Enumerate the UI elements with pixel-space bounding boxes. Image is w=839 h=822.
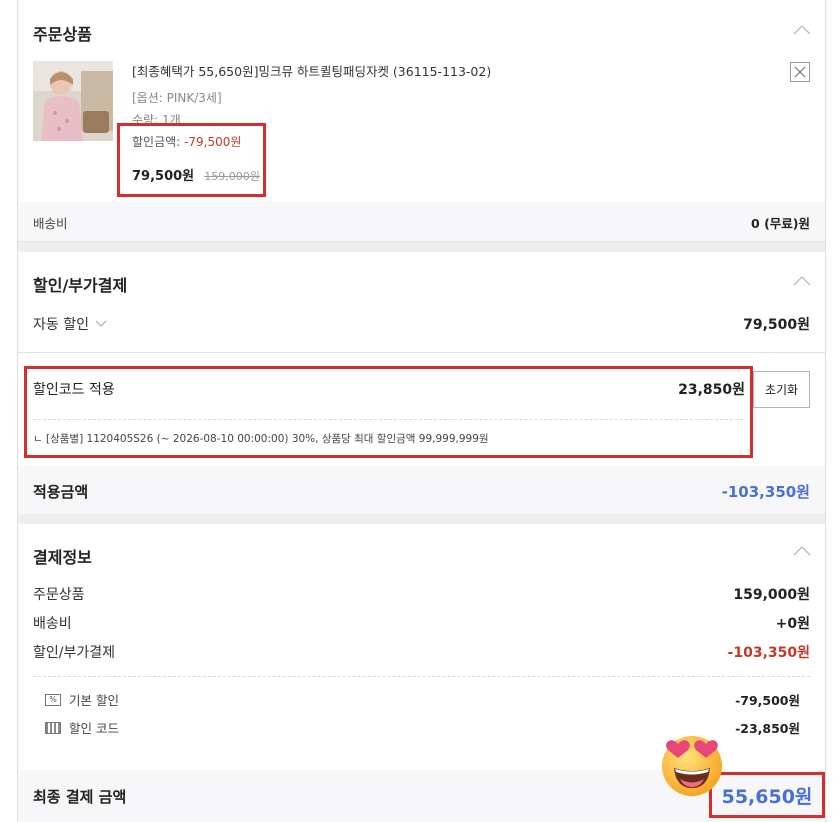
sub-row-discount-code: 할인 코드 — [45, 718, 119, 737]
close-icon — [794, 66, 806, 78]
heart-eyes-emoji-icon — [658, 730, 726, 798]
payment-section-title: 결제정보 — [33, 548, 92, 567]
sub-row-label: 할인 코드 — [69, 721, 119, 736]
auto-discount-value: 79,500원 — [743, 317, 810, 333]
final-label: 최종 결제 금액 — [33, 788, 127, 806]
chevron-down-icon — [95, 320, 107, 327]
divider — [18, 352, 825, 353]
discount-value: -79,500원 — [184, 135, 242, 149]
sub-row-label: 기본 할인 — [69, 693, 119, 708]
payment-row-label: 할인/부가결제 — [33, 645, 115, 661]
discount-code-value: 23,850원 — [678, 382, 745, 398]
final-total-value: 55,650원 — [709, 772, 825, 818]
shipping-fee-row: 배송비 0 (무료)원 — [18, 202, 825, 242]
discount-code-label: 할인코드 적용 — [33, 382, 115, 398]
payment-row-value: 159,000원 — [733, 587, 810, 603]
applied-label: 적용금액 — [33, 483, 89, 501]
sub-row-value: -79,500원 — [735, 693, 800, 708]
section-divider — [18, 242, 825, 252]
product-price: 79,500원 159,000원 — [132, 165, 260, 184]
section-divider — [18, 514, 825, 524]
coupon-icon — [45, 721, 61, 734]
discount-code-detail: ㄴ [상품별] 1120405S26 (~ 2026-08-10 00:00:0… — [33, 433, 489, 445]
shipping-label: 배송비 — [33, 216, 68, 231]
order-section-title: 주문상품 — [33, 25, 92, 44]
dashed-divider — [33, 676, 810, 677]
payment-row-label: 배송비 — [33, 616, 72, 632]
dashed-divider — [33, 419, 743, 420]
sale-price: 79,500원 — [132, 169, 195, 184]
product-option: [옵션: PINK/3세] — [132, 91, 222, 105]
percent-icon: % — [45, 693, 61, 706]
sub-row-value: -23,850원 — [735, 721, 800, 736]
shipping-value: 0 (무료)원 — [751, 216, 810, 231]
payment-row-label: 주문상품 — [33, 587, 85, 603]
chevron-up-icon[interactable] — [793, 25, 811, 35]
discount-label: 할인금액: — [132, 135, 181, 149]
payment-row-value: +0원 — [775, 616, 810, 632]
product-name[interactable]: [최종혜택가 55,650원]밍크뮤 하트퀼팅패딩자켓 (36115-113-0… — [132, 61, 491, 80]
applied-value: -103,350원 — [721, 483, 810, 501]
chevron-up-icon[interactable] — [793, 276, 811, 286]
auto-discount-toggle[interactable]: 자동 할인 — [33, 314, 107, 334]
order-panel: 주문상품 [최종혜택가 55,650원]밍크뮤 하트퀼팅패딩자켓 (36115-… — [17, 0, 826, 822]
payment-row-value: -103,350원 — [727, 645, 810, 661]
auto-discount-label: 자동 할인 — [33, 317, 89, 333]
chevron-up-icon[interactable] — [793, 546, 811, 556]
product-thumbnail[interactable] — [33, 61, 113, 141]
sub-row-basic-discount: % 기본 할인 — [45, 690, 119, 709]
remove-item-button[interactable] — [790, 62, 810, 82]
reset-button[interactable]: 초기화 — [753, 371, 810, 408]
discount-section-title: 할인/부가결제 — [33, 276, 128, 295]
original-price: 159,000원 — [204, 170, 260, 183]
applied-amount-row: 적용금액 -103,350원 — [18, 466, 825, 514]
product-discount: 할인금액: -79,500원 — [132, 133, 241, 150]
